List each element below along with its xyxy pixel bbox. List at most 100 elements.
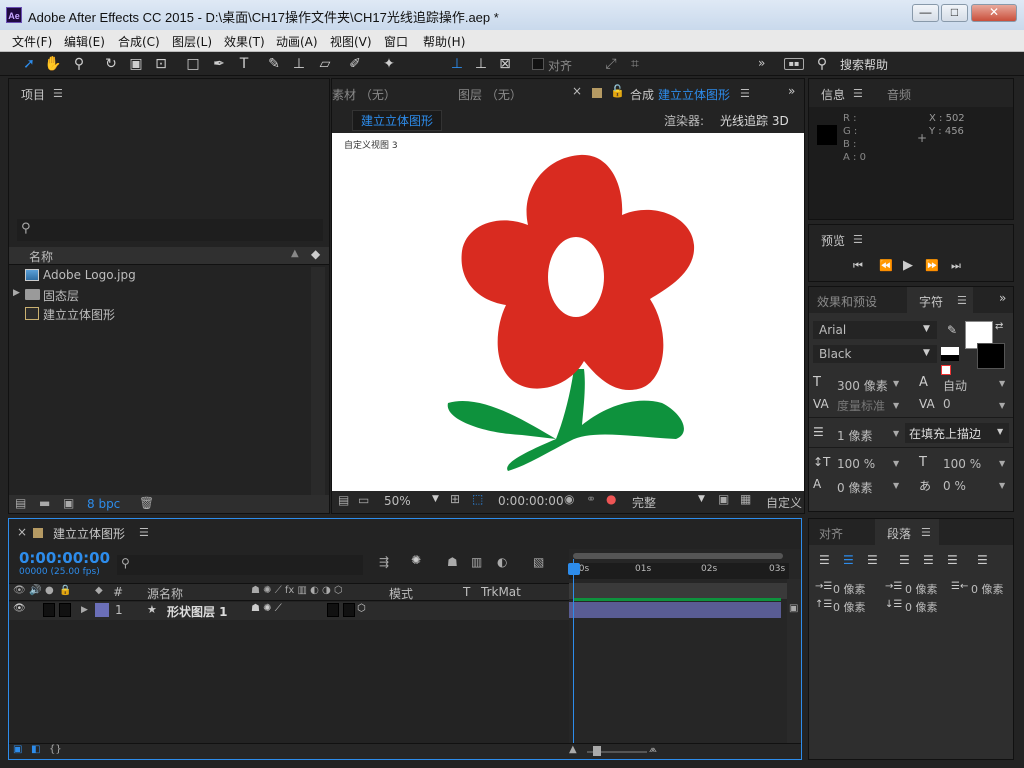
work-area-bar[interactable]	[569, 583, 789, 599]
menu-effect[interactable]: 效果(T)	[224, 33, 265, 50]
column-name-label[interactable]: 名称	[29, 248, 53, 265]
menu-layer[interactable]: 图层(L)	[172, 33, 212, 50]
draft-3d-icon[interactable]: ✺	[411, 553, 421, 567]
workspace-more-button[interactable]: »	[758, 56, 765, 70]
justify-center-icon[interactable]: ☰	[923, 553, 934, 567]
zoom-out-icon[interactable]: ▲	[569, 744, 577, 755]
playhead-icon[interactable]	[568, 563, 580, 575]
brush-tool-icon[interactable]: ✎	[265, 55, 283, 73]
menu-animation[interactable]: 动画(A)	[276, 33, 318, 50]
zoom-tool-icon[interactable]: ⚲	[70, 55, 88, 73]
search-help-icon[interactable]: ⚲	[813, 55, 831, 73]
column-mode[interactable]: 模式	[389, 585, 413, 602]
kerning-value[interactable]: 度量标准	[837, 397, 885, 414]
project-menu-icon[interactable]: ☰	[53, 87, 63, 100]
lock-icon[interactable]: 🔓	[610, 84, 625, 98]
info-tab[interactable]: 信息	[821, 86, 845, 103]
bit-depth-button[interactable]: 8 bpc	[87, 497, 120, 511]
maximize-button[interactable]: □	[941, 4, 968, 22]
menu-composition[interactable]: 合成(C)	[118, 33, 160, 50]
chevron-down-icon[interactable]: ▼	[999, 459, 1005, 468]
shy-layers-icon[interactable]: ☗	[447, 555, 458, 569]
zoom-dropdown[interactable]: 50%	[384, 494, 411, 508]
close-button[interactable]: ✕	[971, 4, 1017, 22]
in-out-icon[interactable]: {}	[49, 744, 62, 755]
3d-layer-icon[interactable]: ⬡	[357, 603, 366, 614]
frame-blending-icon[interactable]: ▥	[471, 555, 482, 569]
panel-overflow-icon[interactable]: »	[788, 84, 795, 98]
tab-audio[interactable]: 音频	[887, 86, 911, 103]
switches-header-icons[interactable]: ☗ ✺ ⟋ fx ▥ ◐ ◑ ⬡	[251, 585, 343, 596]
camera-tool-icon[interactable]: ▣	[127, 55, 145, 73]
comp-button-icon[interactable]: ▣	[789, 603, 798, 614]
project-item[interactable]: 建立立体图形	[9, 304, 309, 323]
current-time-indicator[interactable]	[573, 559, 574, 743]
project-tab[interactable]: 项目	[21, 86, 45, 103]
clone-stamp-tool-icon[interactable]: ⊥	[290, 55, 308, 73]
indent-first-value[interactable]: 0 像素	[905, 581, 938, 597]
column-source-name[interactable]: 源名称	[147, 585, 183, 602]
menu-view[interactable]: 视图(V)	[330, 33, 372, 50]
minimize-button[interactable]: —	[912, 4, 939, 22]
chevron-down-icon[interactable]: ▼	[893, 459, 899, 468]
indent-right-value[interactable]: 0 像素	[971, 581, 1004, 597]
chevron-down-icon[interactable]: ▼	[893, 481, 899, 490]
menu-help[interactable]: 帮助(H)	[423, 33, 465, 50]
paragraph-tab[interactable]: 段落	[887, 525, 911, 542]
align-left-icon[interactable]: ☰	[819, 553, 830, 567]
mask-visibility-icon[interactable]: ⬚	[472, 492, 483, 506]
layer-name[interactable]: 形状图层 1	[167, 603, 228, 620]
horizontal-scale-value[interactable]: 100 %	[943, 457, 981, 471]
renderer-value[interactable]: 光线追踪 3D	[720, 112, 789, 129]
zoom-in-icon[interactable]: ⩕	[649, 744, 657, 755]
snap-option-icon[interactable]: ⤢	[602, 55, 620, 73]
pan-behind-tool-icon[interactable]: ⊡	[152, 55, 170, 73]
layer-row[interactable]: 👁 ▶ 1 ★ 形状图层 1 ☗ ✺ ⟋ ⬡	[9, 602, 569, 620]
layer-duration-bar[interactable]	[569, 602, 781, 618]
indent-left-value[interactable]: 0 像素	[833, 581, 866, 597]
chevron-down-icon[interactable]: ▼	[893, 429, 899, 438]
motion-blur-toggle[interactable]	[343, 603, 355, 617]
chevron-down-icon[interactable]: ▼	[698, 494, 705, 504]
solo-header-icon[interactable]: ●	[45, 585, 54, 596]
monitor-icon[interactable]: ▭	[358, 493, 369, 507]
align-center-icon[interactable]: ☰	[843, 553, 854, 567]
world-axis-icon[interactable]: ⊥	[472, 55, 490, 73]
always-preview-icon[interactable]: ▤	[338, 493, 349, 507]
preview-tab[interactable]: 预览	[821, 232, 845, 249]
time-graph[interactable]: 00s 01s 02s 03s ▣	[568, 549, 801, 743]
space-after-value[interactable]: 0 像素	[905, 599, 938, 615]
layer-switches-icon[interactable]: ▣	[13, 744, 22, 755]
menu-edit[interactable]: 编辑(E)	[64, 33, 105, 50]
new-composition-icon[interactable]: ▣	[63, 496, 74, 510]
keyboard-icon[interactable]: ▪▪	[784, 58, 804, 70]
no-stroke-icon[interactable]	[941, 365, 951, 375]
layer-label-color[interactable]	[95, 603, 109, 617]
paragraph-menu-icon[interactable]: ☰	[921, 526, 931, 539]
rectangle-tool-icon[interactable]: □	[184, 55, 202, 73]
adjustment-toggle[interactable]	[327, 603, 339, 617]
tab-layer[interactable]: 图层 （无）	[458, 86, 522, 103]
preview-menu-icon[interactable]: ☰	[853, 233, 863, 246]
puppet-pin-tool-icon[interactable]: ✦	[380, 55, 398, 73]
chevron-down-icon[interactable]: ▼	[893, 379, 899, 388]
local-axis-icon[interactable]: ⊥	[448, 55, 466, 73]
rotate-tool-icon[interactable]: ↻	[102, 55, 120, 73]
chevron-down-icon[interactable]: ▼	[432, 494, 439, 504]
snap-grid-icon[interactable]: ⌗	[626, 55, 644, 73]
menu-file[interactable]: 文件(F)	[12, 33, 52, 50]
tab-composition[interactable]: 建立立体图形	[658, 86, 730, 103]
project-scrollbar[interactable]	[311, 267, 325, 495]
align-right-icon[interactable]: ☰	[867, 553, 878, 567]
tsume-value[interactable]: 0 %	[943, 479, 966, 493]
justify-left-icon[interactable]: ☰	[899, 553, 910, 567]
font-size-value[interactable]: 300 像素	[837, 377, 888, 394]
previous-frame-icon[interactable]: ⏪	[879, 259, 893, 272]
pen-tool-icon[interactable]: ✒	[210, 55, 228, 73]
comp-flowchart-icon[interactable]: ⇶	[379, 555, 389, 569]
chevron-down-icon[interactable]: ▼	[999, 401, 1005, 410]
layer-switch-icons[interactable]: ☗ ✺ ⟋	[251, 603, 282, 614]
stroke-mode-dropdown[interactable]: 在填充上描边 ▼	[905, 423, 1009, 443]
visibility-icon[interactable]: 👁	[13, 603, 26, 614]
snap-checkbox[interactable]	[532, 58, 544, 70]
